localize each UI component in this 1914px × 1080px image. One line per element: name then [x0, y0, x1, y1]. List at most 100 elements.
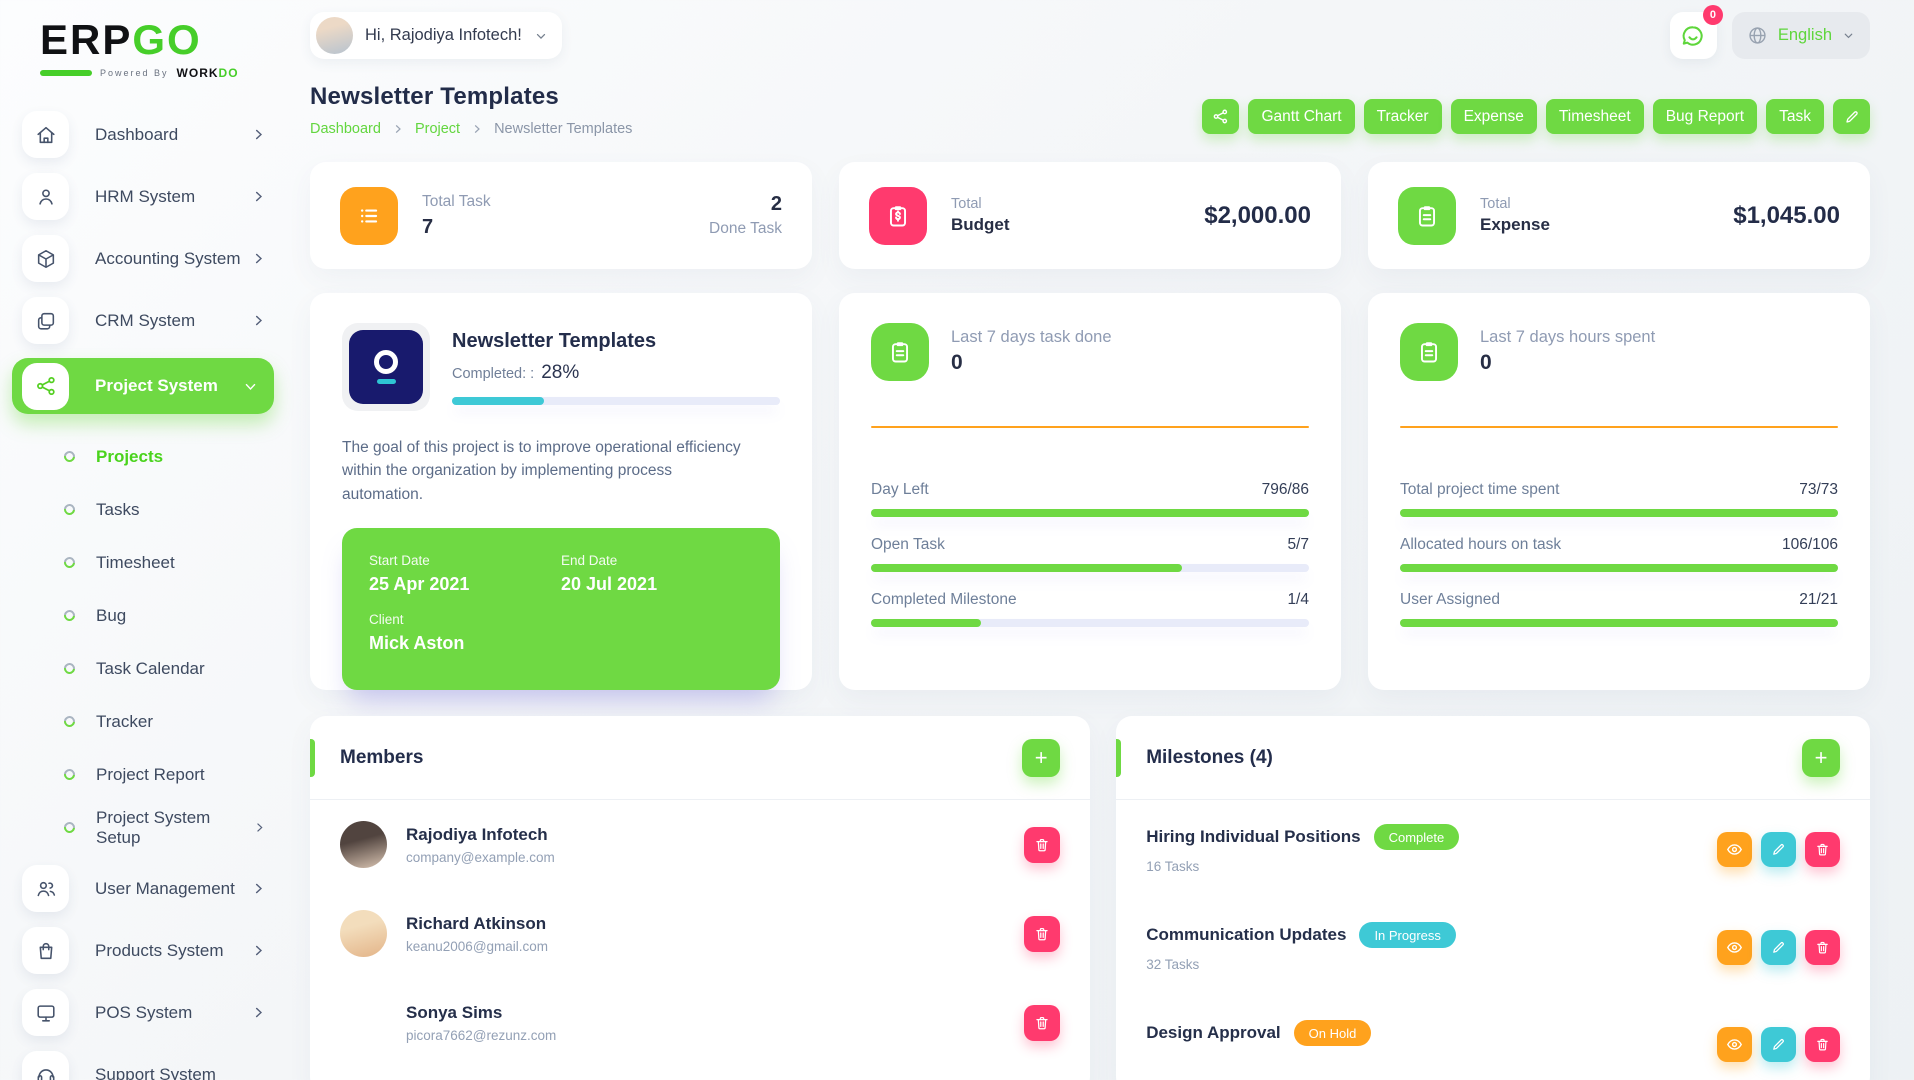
- clipboard-icon: [871, 323, 929, 381]
- task-button[interactable]: Task: [1766, 99, 1824, 134]
- user-menu[interactable]: Hi, Rajodiya Infotech!: [310, 12, 562, 59]
- view-milestone-button[interactable]: [1717, 1027, 1752, 1062]
- progress-row: Day Left 796/86: [871, 481, 1309, 517]
- pencil-icon: [1771, 940, 1786, 955]
- budget-total-label: Total: [951, 196, 1010, 212]
- brand-wordmark: ERPGO: [40, 16, 290, 64]
- breadcrumb-project[interactable]: Project: [415, 121, 460, 137]
- total-task-label: Total Task: [422, 193, 491, 211]
- add-member-button[interactable]: +: [1022, 739, 1060, 777]
- delete-member-button[interactable]: [1024, 1005, 1060, 1041]
- brand-logo[interactable]: ERPGO Powered By WORKDO: [40, 16, 290, 80]
- language-selector[interactable]: English: [1732, 12, 1870, 59]
- project-info-card: Newsletter Templates Completed: : 28% Th…: [310, 293, 812, 690]
- chevron-right-icon: [471, 123, 483, 135]
- delete-member-button[interactable]: [1024, 827, 1060, 863]
- sidebar-item-hrm[interactable]: HRM System: [22, 172, 274, 221]
- task-list-icon: [340, 187, 398, 245]
- edit-milestone-button[interactable]: [1761, 930, 1796, 965]
- gantt-chart-button[interactable]: Gantt Chart: [1248, 99, 1354, 134]
- bullet-icon: [62, 555, 77, 570]
- bullet-icon: [62, 608, 77, 623]
- sidebar-item-project-system[interactable]: Project System: [12, 358, 274, 414]
- lists-row: Members + Rajodiya Infotech company@exam…: [310, 716, 1870, 1080]
- timesheet-button[interactable]: Timesheet: [1546, 99, 1644, 134]
- progress-row: Open Task 5/7: [871, 536, 1309, 572]
- sidebar-item-project-system-setup[interactable]: Project System Setup: [64, 801, 274, 854]
- sidebar-item-products-system[interactable]: Products System: [22, 926, 274, 975]
- end-date-value: 20 Jul 2021: [561, 574, 753, 595]
- breadcrumb: Dashboard Project Newsletter Templates: [310, 121, 632, 137]
- members-title: Members: [340, 747, 423, 769]
- trash-icon: [1034, 837, 1050, 853]
- delete-milestone-button[interactable]: [1805, 930, 1840, 965]
- progress-bar: [1400, 564, 1838, 572]
- milestone-task-count: [1146, 1055, 1371, 1069]
- hours-chart-line: [1400, 426, 1838, 428]
- tracker-button[interactable]: Tracker: [1364, 99, 1442, 134]
- delete-milestone-button[interactable]: [1805, 832, 1840, 867]
- sidebar-item-crm[interactable]: CRM System: [22, 296, 274, 345]
- powered-by-label: Powered By: [100, 68, 169, 78]
- sidebar-item-dashboard[interactable]: Dashboard: [22, 110, 274, 159]
- view-milestone-button[interactable]: [1717, 930, 1752, 965]
- avatar: [340, 910, 387, 957]
- edit-milestone-button[interactable]: [1761, 832, 1796, 867]
- start-date-label: Start Date: [369, 553, 561, 568]
- delete-member-button[interactable]: [1024, 916, 1060, 952]
- sidebar-item-user-management[interactable]: User Management: [22, 864, 274, 913]
- card-accent: [1116, 739, 1121, 777]
- brand-underline: [40, 70, 92, 76]
- view-milestone-button[interactable]: [1717, 832, 1752, 867]
- delete-milestone-button[interactable]: [1805, 1027, 1840, 1062]
- milestones-card: Milestones (4) + Hiring Individual Posit…: [1116, 716, 1870, 1080]
- chevron-down-icon: [243, 379, 258, 394]
- eye-icon: [1726, 1036, 1743, 1053]
- sidebar-item-task-calendar[interactable]: Task Calendar: [64, 642, 274, 695]
- monitor-icon: [22, 989, 69, 1036]
- chevron-right-icon: [253, 821, 266, 834]
- sidebar-item-pos-system[interactable]: POS System: [22, 988, 274, 1037]
- sidebar-item-accounting[interactable]: Accounting System: [22, 234, 274, 283]
- bug-report-button[interactable]: Bug Report: [1653, 99, 1757, 134]
- add-milestone-button[interactable]: +: [1802, 739, 1840, 777]
- sidebar: ERPGO Powered By WORKDO Dashboard HRM Sy…: [0, 0, 290, 1080]
- sidebar-item-tracker[interactable]: Tracker: [64, 695, 274, 748]
- sidebar-item-support-system[interactable]: Support System: [22, 1050, 274, 1080]
- total-task-card: Total Task 7 2 Done Task: [310, 162, 812, 269]
- progress-bar: [871, 619, 1309, 627]
- member-row: Richard Atkinson keanu2006@gmail.com: [340, 889, 1060, 978]
- sidebar-item-bug[interactable]: Bug: [64, 589, 274, 642]
- project-progress-bar: [452, 397, 780, 405]
- edit-milestone-button[interactable]: [1761, 1027, 1796, 1062]
- page-title: Newsletter Templates: [310, 83, 632, 111]
- completed-value: 28%: [541, 362, 579, 384]
- share-button[interactable]: [1202, 99, 1239, 134]
- budget-clipboard-icon: [869, 187, 927, 245]
- task-chart-line: [871, 426, 1309, 428]
- project-description: The goal of this project is to improve o…: [342, 436, 742, 506]
- project-system-submenu: Projects Tasks Timesheet Bug Task Calend…: [22, 424, 274, 864]
- expense-button[interactable]: Expense: [1451, 99, 1537, 134]
- sidebar-item-timesheet[interactable]: Timesheet: [64, 536, 274, 589]
- sidebar-item-tasks[interactable]: Tasks: [64, 483, 274, 536]
- messages-button[interactable]: 0: [1670, 12, 1717, 59]
- status-badge: Complete: [1374, 824, 1460, 850]
- headset-icon: [22, 1051, 69, 1080]
- bullet-icon: [62, 661, 77, 676]
- project-title: Newsletter Templates: [452, 330, 780, 353]
- chevron-right-icon: [392, 123, 404, 135]
- sidebar-item-projects[interactable]: Projects: [64, 430, 274, 483]
- card-accent: [310, 739, 315, 777]
- breadcrumb-dashboard[interactable]: Dashboard: [310, 121, 381, 137]
- sidebar-item-project-report[interactable]: Project Report: [64, 748, 274, 801]
- task-chart-title: Last 7 days task done: [951, 328, 1112, 347]
- progress-row: Allocated hours on task 106/106: [1400, 536, 1838, 572]
- layers-icon: [22, 297, 69, 344]
- cube-icon: [22, 235, 69, 282]
- edit-project-button[interactable]: [1833, 99, 1870, 134]
- chevron-right-icon: [251, 1005, 266, 1020]
- chevron-down-icon: [534, 29, 548, 43]
- expense-clipboard-icon: [1398, 187, 1456, 245]
- eye-icon: [1726, 841, 1743, 858]
